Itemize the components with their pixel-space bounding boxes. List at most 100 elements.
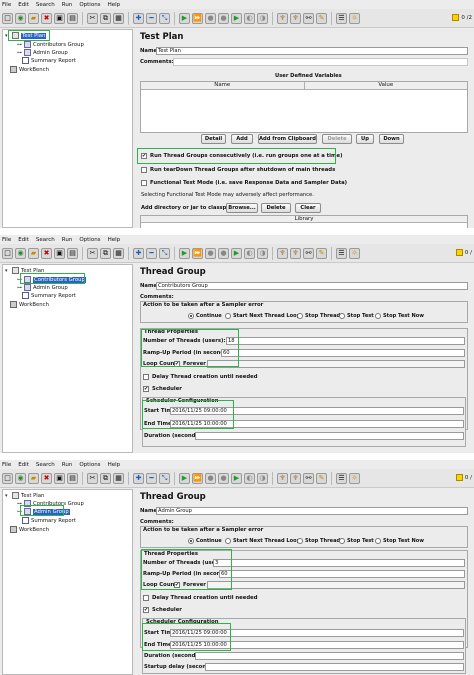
- menu-options[interactable]: Options: [79, 2, 100, 8]
- forever-checkbox[interactable]: ✔ Forever: [174, 582, 206, 588]
- radio-unselected[interactable]: [225, 313, 231, 319]
- menu-search[interactable]: Search: [36, 2, 55, 8]
- remote-shutdown-icon[interactable]: ◑: [257, 472, 268, 484]
- name-field[interactable]: Admin Group: [156, 507, 468, 515]
- loop-count-field[interactable]: [207, 581, 465, 589]
- menu-edit[interactable]: Edit: [18, 2, 29, 8]
- tree-node-workbench[interactable]: WorkBench: [10, 66, 49, 73]
- stop-icon[interactable]: ●: [205, 472, 216, 484]
- menu-options[interactable]: Options: [79, 462, 100, 468]
- save-as-icon[interactable]: ▤: [67, 247, 78, 259]
- radio-continue[interactable]: Continue: [188, 313, 222, 319]
- menu-edit[interactable]: Edit: [18, 462, 29, 468]
- save-icon[interactable]: ▣: [54, 472, 65, 484]
- functional-mode-checkbox[interactable]: Functional Test Mode (i.e. save Response…: [141, 180, 347, 186]
- help-icon[interactable]: ☼: [349, 12, 360, 24]
- toggle-icon[interactable]: ⤡: [159, 472, 170, 484]
- radio-continue[interactable]: Continue: [188, 538, 222, 544]
- ramp-up-field[interactable]: 60: [221, 349, 465, 357]
- save-as-icon[interactable]: ▤: [67, 472, 78, 484]
- close-icon[interactable]: ✖: [41, 247, 52, 259]
- reset-search-icon[interactable]: ✎: [316, 472, 327, 484]
- expand-handle-icon[interactable]: ⊶: [17, 277, 22, 283]
- start-icon[interactable]: ▶: [179, 247, 190, 259]
- menu-file[interactable]: File: [2, 237, 11, 243]
- run-consecutively-checkbox[interactable]: ✔ Run Thread Groups consecutively (i.e. r…: [141, 153, 343, 159]
- browse-button[interactable]: Browse...: [226, 203, 258, 213]
- collapse-icon[interactable]: ━: [146, 472, 157, 484]
- collapse-arrow-icon[interactable]: ▾: [5, 268, 10, 274]
- ramp-up-field[interactable]: 60: [219, 570, 465, 578]
- reset-search-icon[interactable]: ✎: [316, 12, 327, 24]
- radio-selected[interactable]: [188, 313, 194, 319]
- help-icon[interactable]: ☼: [349, 247, 360, 259]
- stop-icon[interactable]: ●: [205, 247, 216, 259]
- up-button[interactable]: Up: [356, 134, 374, 144]
- menu-file[interactable]: File: [2, 2, 11, 8]
- radio-stop-test[interactable]: Stop Test: [339, 313, 374, 319]
- threads-field[interactable]: 18: [226, 337, 465, 345]
- start-no-pauses-icon[interactable]: ⏩: [192, 12, 203, 24]
- menu-file[interactable]: File: [2, 462, 11, 468]
- function-helper-icon[interactable]: ☰: [336, 247, 347, 259]
- remote-stop-icon[interactable]: ◐: [244, 247, 255, 259]
- expand-icon[interactable]: ✚: [133, 12, 144, 24]
- menu-help[interactable]: Help: [108, 2, 121, 8]
- remote-start-icon[interactable]: ▶: [231, 247, 242, 259]
- open-icon[interactable]: ▰: [28, 472, 39, 484]
- close-icon[interactable]: ✖: [41, 12, 52, 24]
- checkbox-checked[interactable]: ✔: [143, 607, 149, 613]
- shutdown-icon[interactable]: ●: [218, 247, 229, 259]
- radio-stop-thread[interactable]: Stop Thread: [297, 538, 340, 544]
- start-no-pauses-icon[interactable]: ⏩: [192, 247, 203, 259]
- radio-stop-test[interactable]: Stop Test: [339, 538, 374, 544]
- tree-node-admin-group[interactable]: ⊶ Admin Group: [17, 508, 70, 515]
- radio-unselected[interactable]: [225, 538, 231, 544]
- checkbox-unchecked[interactable]: [143, 374, 149, 380]
- duration-field[interactable]: [195, 652, 464, 660]
- radio-unselected[interactable]: [375, 313, 381, 319]
- add-button[interactable]: Add: [231, 134, 253, 144]
- remote-shutdown-icon[interactable]: ◑: [257, 247, 268, 259]
- column-header-library[interactable]: Library: [141, 216, 467, 223]
- add-from-clipboard-button[interactable]: Add from Clipboard: [258, 134, 317, 144]
- menu-search[interactable]: Search: [36, 237, 55, 243]
- start-icon[interactable]: ▶: [179, 12, 190, 24]
- start-time-field[interactable]: 2016/11/25 09:00:00: [170, 407, 464, 415]
- close-icon[interactable]: ✖: [41, 472, 52, 484]
- paste-icon[interactable]: ▦: [113, 472, 124, 484]
- menu-help[interactable]: Help: [108, 237, 121, 243]
- collapse-icon[interactable]: ━: [146, 12, 157, 24]
- save-as-icon[interactable]: ▤: [67, 12, 78, 24]
- tree-node-contributors-group[interactable]: ⊶ Contributors Group: [17, 41, 84, 48]
- radio-stop-thread[interactable]: Stop Thread: [297, 313, 340, 319]
- remote-start-icon[interactable]: ▶: [231, 12, 242, 24]
- shutdown-icon[interactable]: ●: [218, 12, 229, 24]
- collapse-icon[interactable]: ━: [146, 247, 157, 259]
- templates-icon[interactable]: ◉: [15, 247, 26, 259]
- reset-search-icon[interactable]: ✎: [316, 247, 327, 259]
- start-time-field[interactable]: 2016/11/25 09:00:00: [170, 629, 464, 637]
- checkbox-checked[interactable]: ✔: [143, 386, 149, 392]
- checkbox-checked[interactable]: ✔: [174, 582, 180, 588]
- column-header-value[interactable]: Value: [305, 82, 468, 89]
- function-helper-icon[interactable]: ☰: [336, 472, 347, 484]
- radio-start-next-thread-loop[interactable]: Start Next Thread Loop: [225, 538, 300, 544]
- checkbox-unchecked[interactable]: [141, 167, 147, 173]
- radio-stop-test-now[interactable]: Stop Test Now: [375, 313, 424, 319]
- radio-start-next-thread-loop[interactable]: Start Next Thread Loop: [225, 313, 300, 319]
- tree-node-contributors-group[interactable]: ⊶ Contributors Group: [17, 276, 86, 283]
- clear-icon[interactable]: ♆: [277, 247, 288, 259]
- menu-options[interactable]: Options: [79, 237, 100, 243]
- save-icon[interactable]: ▣: [54, 247, 65, 259]
- radio-selected[interactable]: [188, 538, 194, 544]
- cut-icon[interactable]: ✂: [87, 12, 98, 24]
- radio-unselected[interactable]: [297, 538, 303, 544]
- expand-handle-icon[interactable]: ⊶: [17, 42, 22, 48]
- expand-handle-icon[interactable]: ⊶: [17, 509, 22, 515]
- checkbox-checked[interactable]: ✔: [141, 153, 147, 159]
- clear-button[interactable]: Clear: [295, 203, 321, 213]
- new-icon[interactable]: □: [2, 247, 13, 259]
- library-table[interactable]: Library: [140, 215, 468, 228]
- tree-node-summary-report[interactable]: Summary Report: [22, 517, 76, 524]
